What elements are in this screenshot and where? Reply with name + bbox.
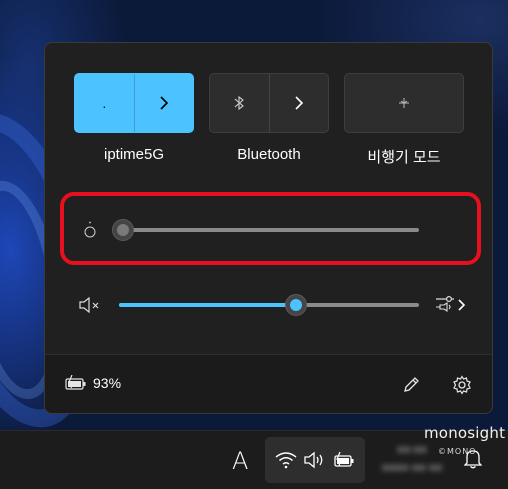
bluetooth-tile [209,73,329,133]
wifi-expand-button[interactable] [135,74,194,132]
airplane-mode-toggle[interactable] [345,74,463,132]
volume-slider-thumb[interactable] [285,294,307,316]
wifi-icon [275,452,297,469]
battery-percent: 93% [93,375,122,391]
airplane-icon [399,98,409,108]
quick-settings-controls: . iptime5G Bluetooth 비행기 모드 [45,43,492,354]
speaker-muted-icon[interactable] [79,297,101,313]
volume-mixer-icon [436,295,466,313]
slider-thumb-dot [290,299,302,311]
chevron-right-icon [160,96,168,110]
gear-icon [453,375,471,395]
quick-settings-footer: 93% [45,354,492,413]
speaker-icon [304,451,323,469]
bluetooth-icon [234,95,245,111]
watermark-subtext: ©MONO [438,447,477,456]
airplane-mode-tile-label: 비행기 모드 [367,149,441,166]
battery-charging-icon [65,375,86,390]
battery-charging-icon [334,451,354,467]
chevron-right-icon [295,96,303,110]
volume-slider-fill [119,303,296,307]
wifi-icon: . [102,95,107,111]
edit-quick-settings-button[interactable] [397,371,425,399]
volume-mixer-button[interactable] [432,293,472,317]
wifi-toggle-button[interactable]: . [75,74,134,132]
airplane-mode-tile[interactable] [344,73,464,133]
system-tray-button[interactable] [265,437,365,483]
clock-date-blurred: ■■■■-■■-■■ [381,462,443,474]
wifi-tile-label: iptime5G [103,146,165,163]
pencil-icon [404,377,419,392]
volume-control [75,293,475,317]
settings-button[interactable] [448,371,476,399]
quick-settings-panel: . iptime5G Bluetooth 비행기 모드 93% [44,42,493,414]
bluetooth-toggle-button[interactable] [210,74,269,132]
watermark-text: monosight [424,424,506,442]
bluetooth-tile-label: Bluetooth [237,146,301,163]
wifi-tile: . [74,73,194,133]
bluetooth-expand-button[interactable] [270,74,329,132]
battery-status[interactable]: 93% [65,375,121,391]
brightness-highlight-box [60,192,481,265]
ime-indicator[interactable]: A [232,447,248,475]
